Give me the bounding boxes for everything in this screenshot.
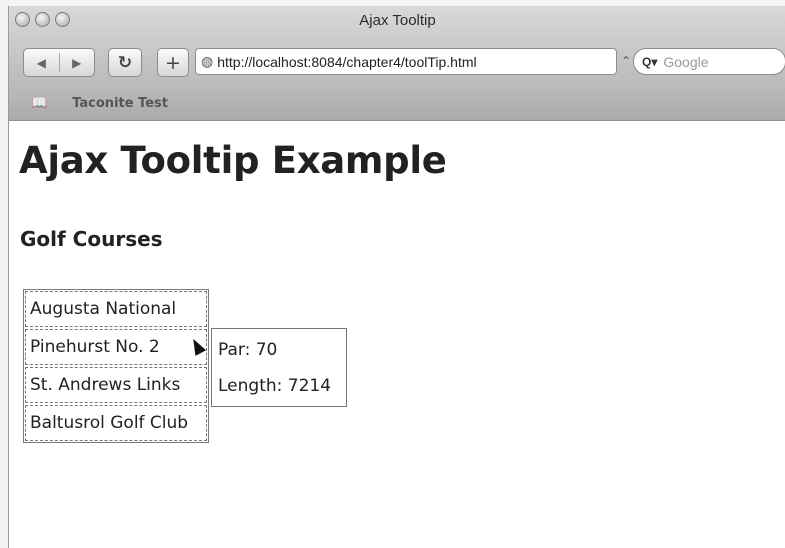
back-arrow-icon[interactable]: ◀: [24, 56, 59, 70]
add-bookmark-button[interactable]: +: [157, 48, 189, 77]
browser-toolbar: ◀ ▶ ↻ + ◍ http://localhost:8084/chapter4…: [19, 48, 785, 78]
tooltip-length: Length: 7214: [218, 376, 332, 396]
tooltip-par: Par: 70: [218, 340, 278, 360]
course-name: St. Andrews Links: [30, 375, 181, 395]
back-forward-buttons: ◀ ▶: [23, 48, 95, 77]
bookmarks-book-icon[interactable]: 📖: [31, 96, 47, 111]
search-placeholder: Google: [663, 53, 709, 70]
add-bookmark-icon: +: [165, 51, 181, 74]
page-content: Ajax Tooltip Example Golf Courses August…: [9, 121, 785, 548]
browser-window: Ajax Tooltip ◀ ▶ ↻ + ◍ http://localhost:…: [8, 6, 785, 548]
course-row[interactable]: Pinehurst No. 2: [25, 329, 207, 365]
golf-courses-table: Augusta National Pinehurst No. 2 St. And…: [23, 289, 209, 443]
forward-arrow-icon[interactable]: ▶: [59, 56, 94, 70]
reload-button[interactable]: ↻: [108, 48, 142, 77]
mouse-pointer-icon: [187, 336, 207, 356]
course-name: Baltusrol Golf Club: [30, 413, 189, 433]
course-row[interactable]: Baltusrol Golf Club: [25, 405, 207, 441]
bookmark-item-taconite-test[interactable]: Taconite Test: [72, 96, 168, 111]
search-field[interactable]: Q▾ Google: [633, 48, 785, 75]
reload-icon: ↻: [117, 52, 133, 73]
address-bar-text: http://localhost:8084/chapter4/toolTip.h…: [217, 53, 477, 70]
browser-chrome: Ajax Tooltip ◀ ▶ ↻ + ◍ http://localhost:…: [9, 6, 785, 121]
window-title: Ajax Tooltip: [359, 12, 436, 29]
search-icon: Q▾: [642, 54, 658, 69]
address-bar[interactable]: ◍ http://localhost:8084/chapter4/toolTip…: [195, 48, 617, 75]
course-name: Augusta National: [30, 299, 177, 319]
section-heading: Golf Courses: [20, 227, 163, 251]
bookmarks-bar: 📖 Taconite Test: [9, 90, 785, 116]
course-row[interactable]: St. Andrews Links: [25, 367, 207, 403]
course-row[interactable]: Augusta National: [25, 291, 207, 327]
site-globe-icon: ◍: [201, 53, 214, 69]
snapback-icon[interactable]: ⌃: [621, 54, 631, 68]
page-title: Ajax Tooltip Example: [19, 139, 447, 182]
course-tooltip: Par: 70 Length: 7214: [211, 328, 347, 407]
course-name: Pinehurst No. 2: [30, 337, 160, 357]
